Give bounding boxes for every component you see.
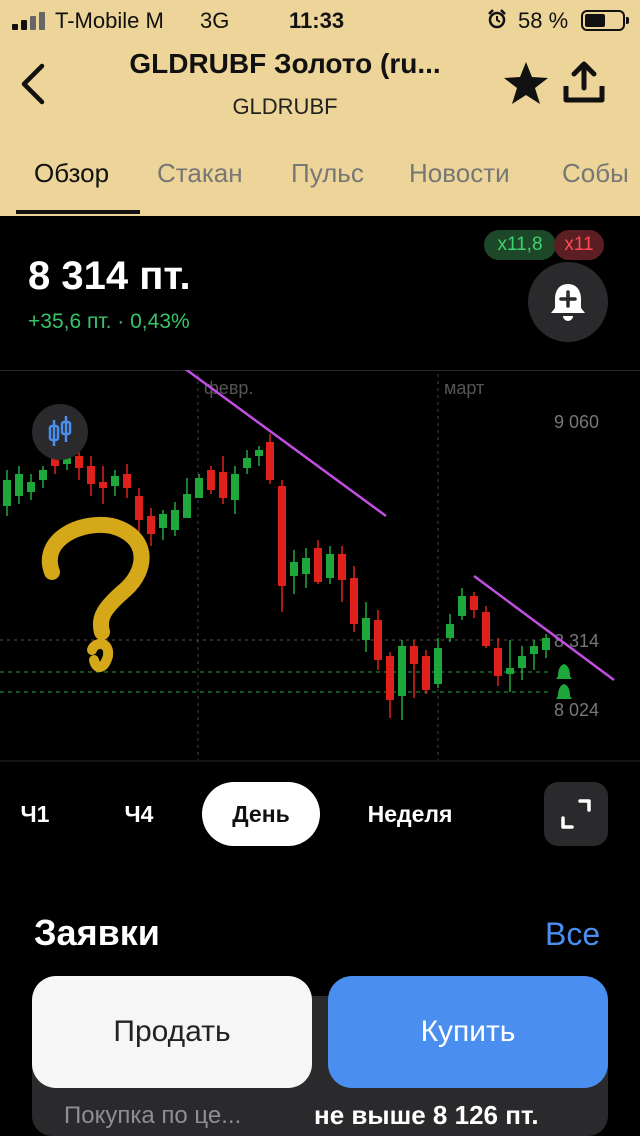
candle-body [135,496,143,520]
expand-icon [561,799,591,829]
period-week[interactable]: Неделя [346,782,474,846]
candle-body [542,638,550,650]
buy-button[interactable]: Купить [328,976,608,1088]
status-bar: T-Mobile M 3G 11:33 58 % [0,0,640,40]
candle-body [506,668,514,674]
signal-icon [12,12,50,30]
price-label-bottom: 8 024 [554,700,599,720]
candle-body [255,450,263,456]
orders-all-link[interactable]: Все [545,916,600,953]
header-area: T-Mobile M 3G 11:33 58 % GLDRUBF Золото … [0,0,640,216]
limit-order-label: Покупка по це... [64,1102,242,1129]
candle-body [518,656,526,668]
tab-overview[interactable]: Обзор [34,158,109,189]
candle-body [231,474,239,500]
price-change: +35,6 пт. · 0,43% [28,310,190,333]
candle-body [350,578,358,624]
candle-body [3,480,11,506]
candle-body [219,472,227,498]
candle-body [410,646,418,664]
star-icon[interactable] [502,60,550,106]
candle-body [159,514,167,528]
candlesticks [3,434,550,720]
candle-body [482,612,490,646]
price-label-top: 9 060 [554,412,599,432]
candle-body [314,548,322,582]
ticker-subtitle: GLDRUBF [232,94,338,119]
candle-body [302,558,310,574]
bell-plus-icon [551,284,585,321]
candle-body [243,458,251,468]
candle-body [171,510,179,530]
candle-body [147,516,155,534]
candle-body [39,470,47,480]
candle-body [111,476,119,486]
candle-body [15,474,23,496]
period-day[interactable]: День [202,782,320,846]
add-price-alert-button[interactable] [528,262,608,342]
candle-body [494,648,502,676]
current-price: 8 314 пт. [28,254,191,298]
battery-icon [581,10,629,31]
candle-body [195,478,203,498]
back-icon[interactable] [18,62,48,106]
share-icon[interactable] [560,58,608,106]
candle-body [362,618,370,640]
tab-news[interactable]: Новости [409,158,510,189]
price-chart[interactable]: февр. март 9 060 8 314 8 024 [0,370,640,762]
alarm-icon [488,9,506,29]
candle-body [338,554,346,580]
candle-body [434,648,442,684]
page-title: GLDRUBF Золото (ru... [129,48,441,79]
candle-body [207,470,215,490]
active-tab-indicator [16,210,140,214]
limit-order-value: не выше 8 126 пт. [314,1100,539,1130]
candle-body [87,466,95,484]
clock: 11:33 [289,8,345,33]
expand-chart-button[interactable] [544,782,608,846]
tab-orderbook[interactable]: Стакан [157,158,243,189]
candle-body [470,596,478,610]
candle-body [278,486,286,586]
leverage-short-badge: x11 [554,230,604,260]
battery-percent: 58 % [518,8,569,33]
tab-events[interactable]: Собы [562,158,629,189]
question-mark-drawing [41,517,150,672]
tab-bar: Обзор Стакан Пульс Новости Собы [0,152,640,216]
candle-body [446,624,454,638]
candle-body [374,620,382,660]
orders-heading: Заявки [34,912,160,953]
indicators-button[interactable] [32,404,88,460]
candle-body [386,656,394,700]
candle-body [123,474,131,488]
candle-body [183,494,191,518]
candle-body [458,596,466,616]
month-label-mar: март [444,378,484,398]
candle-body [27,482,35,492]
carrier-name: T-Mobile M [55,8,164,33]
leverage-long-badge: x11,8 [484,230,556,260]
period-h1[interactable]: Ч1 [2,782,68,846]
candle-body [422,656,430,690]
candle-body [326,554,334,578]
network-type: 3G [200,8,230,33]
tab-pulse[interactable]: Пульс [291,158,364,189]
candle-body [99,482,107,488]
candle-body [398,646,406,696]
candle-body [530,646,538,654]
alert-bell-icon [556,664,572,699]
period-h4[interactable]: Ч4 [106,782,172,846]
candle-body [290,562,298,576]
candles-icon [48,416,72,446]
sell-button[interactable]: Продать [32,976,312,1088]
candle-body [266,442,274,480]
